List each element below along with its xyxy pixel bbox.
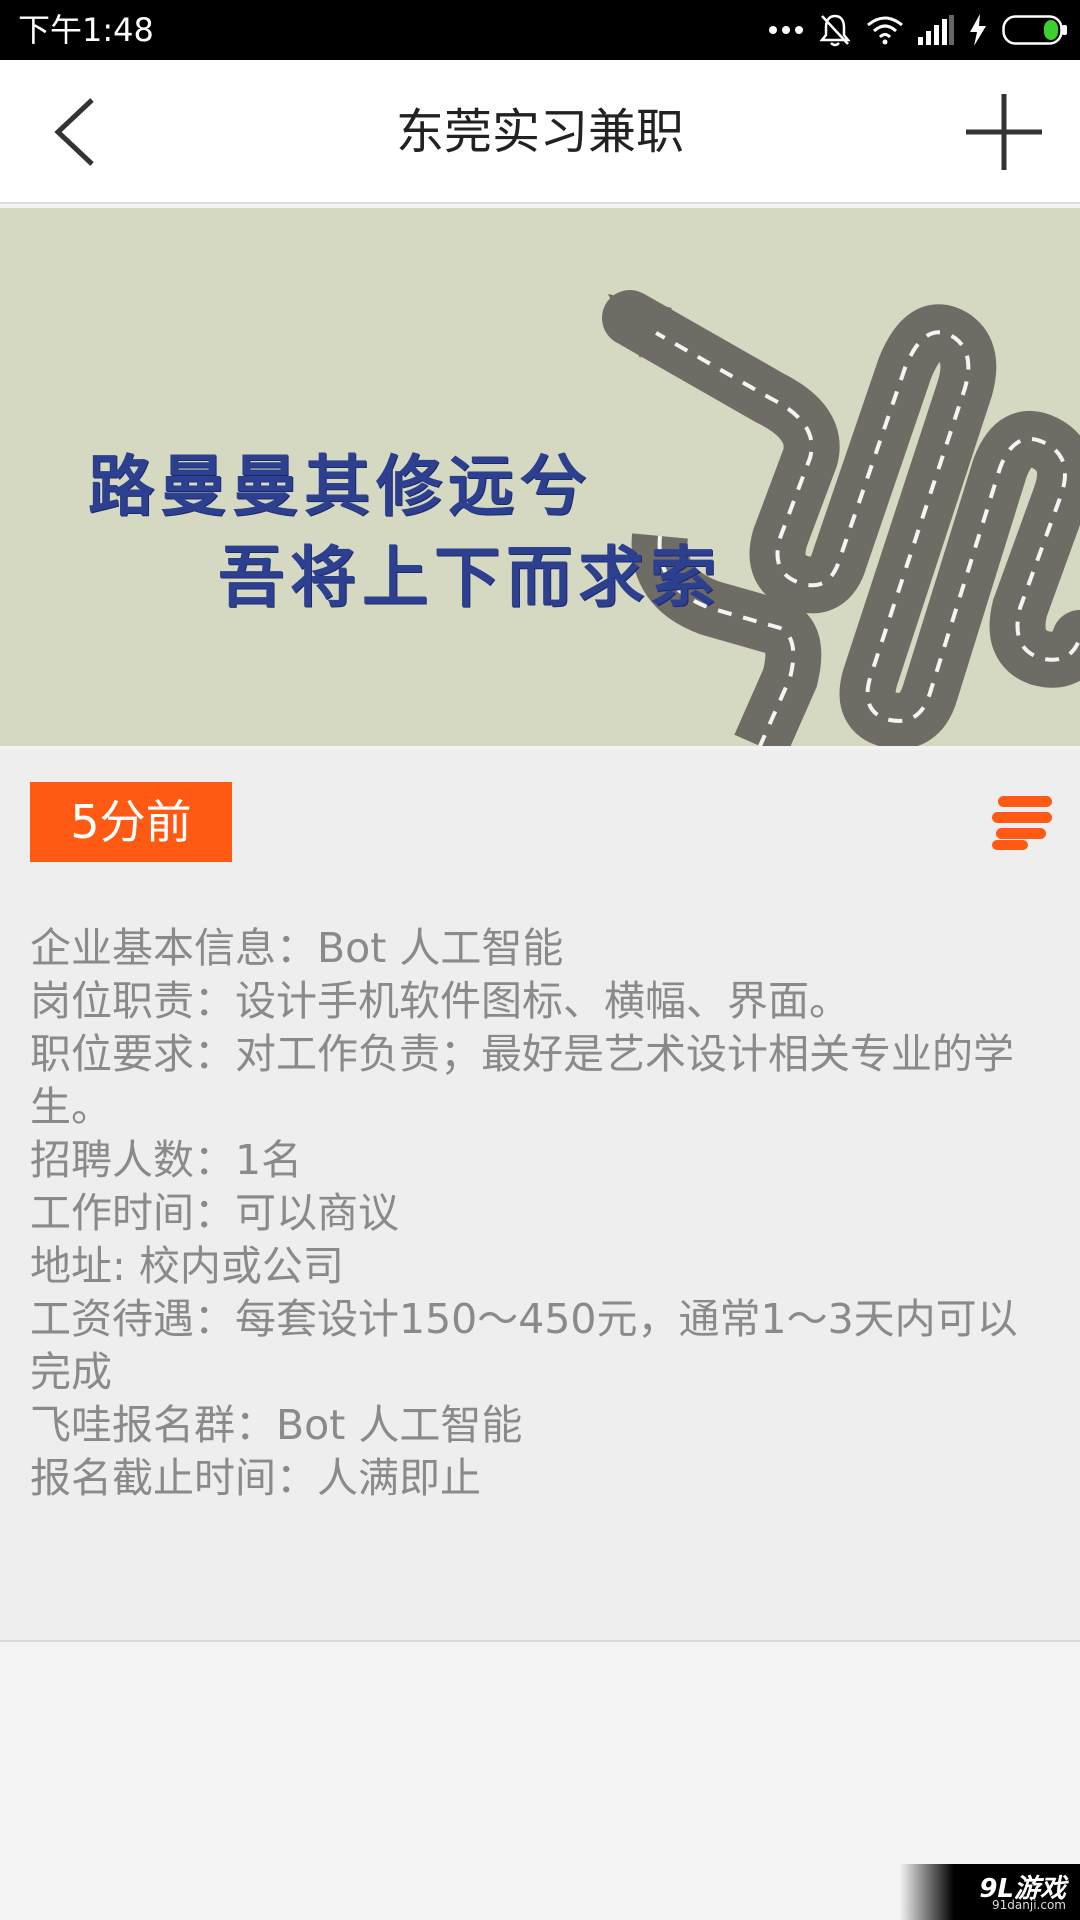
banner-text-line-2: 吾将上下而求索 <box>218 538 722 616</box>
info-line-signup-group: 飞哇报名群：Bot 人工智能 <box>30 1401 523 1449</box>
page-title: 东莞实习兼职 <box>395 104 684 160</box>
app-header: 东莞实习兼职 <box>0 60 1080 204</box>
watermark-url: 91danji.com <box>992 1898 1066 1912</box>
charging-icon <box>970 14 986 46</box>
info-line-deadline: 报名截止时间：人满即止 <box>30 1454 481 1502</box>
info-line-hours: 工作时间：可以商议 <box>30 1189 399 1237</box>
status-bar: 下午1:48 <box>0 0 1080 60</box>
info-line-salary: 工资待遇：每套设计150～450元，通常1～3天内可以完成 <box>30 1295 1018 1396</box>
wifi-icon <box>867 16 903 45</box>
battery-icon <box>1002 15 1067 45</box>
menu-lines-icon[interactable] <box>990 794 1052 850</box>
info-line-duties: 岗位职责：设计手机软件图标、横幅、界面。 <box>30 977 850 1025</box>
bell-off-icon <box>819 14 851 47</box>
info-line-headcount: 招聘人数：1名 <box>30 1136 303 1184</box>
banner-text-line-1: 路曼曼其修远兮 <box>88 447 592 525</box>
more-dots-icon <box>769 26 803 34</box>
job-description: 企业基本信息：Bot 人工智能 岗位职责：设计手机软件图标、横幅、界面。 职位要… <box>30 922 1050 1505</box>
signal-icon <box>918 15 954 45</box>
info-line-company: 企业基本信息：Bot 人工智能 <box>30 924 564 972</box>
info-line-address: 地址: 校内或公司 <box>30 1242 344 1290</box>
banner-image[interactable]: 路曼曼其修远兮 吾将上下而求索 <box>0 208 1080 746</box>
watermark-logo: 9L游戏 91danji.com <box>900 1864 1080 1920</box>
time-badge: 5分前 <box>30 782 232 862</box>
status-icons <box>768 10 1068 50</box>
job-post-card: 5分前 企业基本信息：Bot 人工智能 岗位职责：设计手机软件图标、横幅、界面。… <box>0 750 1080 1642</box>
info-line-requirements: 职位要求：对工作负责；最好是艺术设计相关专业的学生。 <box>30 1030 1014 1131</box>
status-time: 下午1:48 <box>18 11 154 49</box>
plus-icon[interactable] <box>964 90 1044 174</box>
